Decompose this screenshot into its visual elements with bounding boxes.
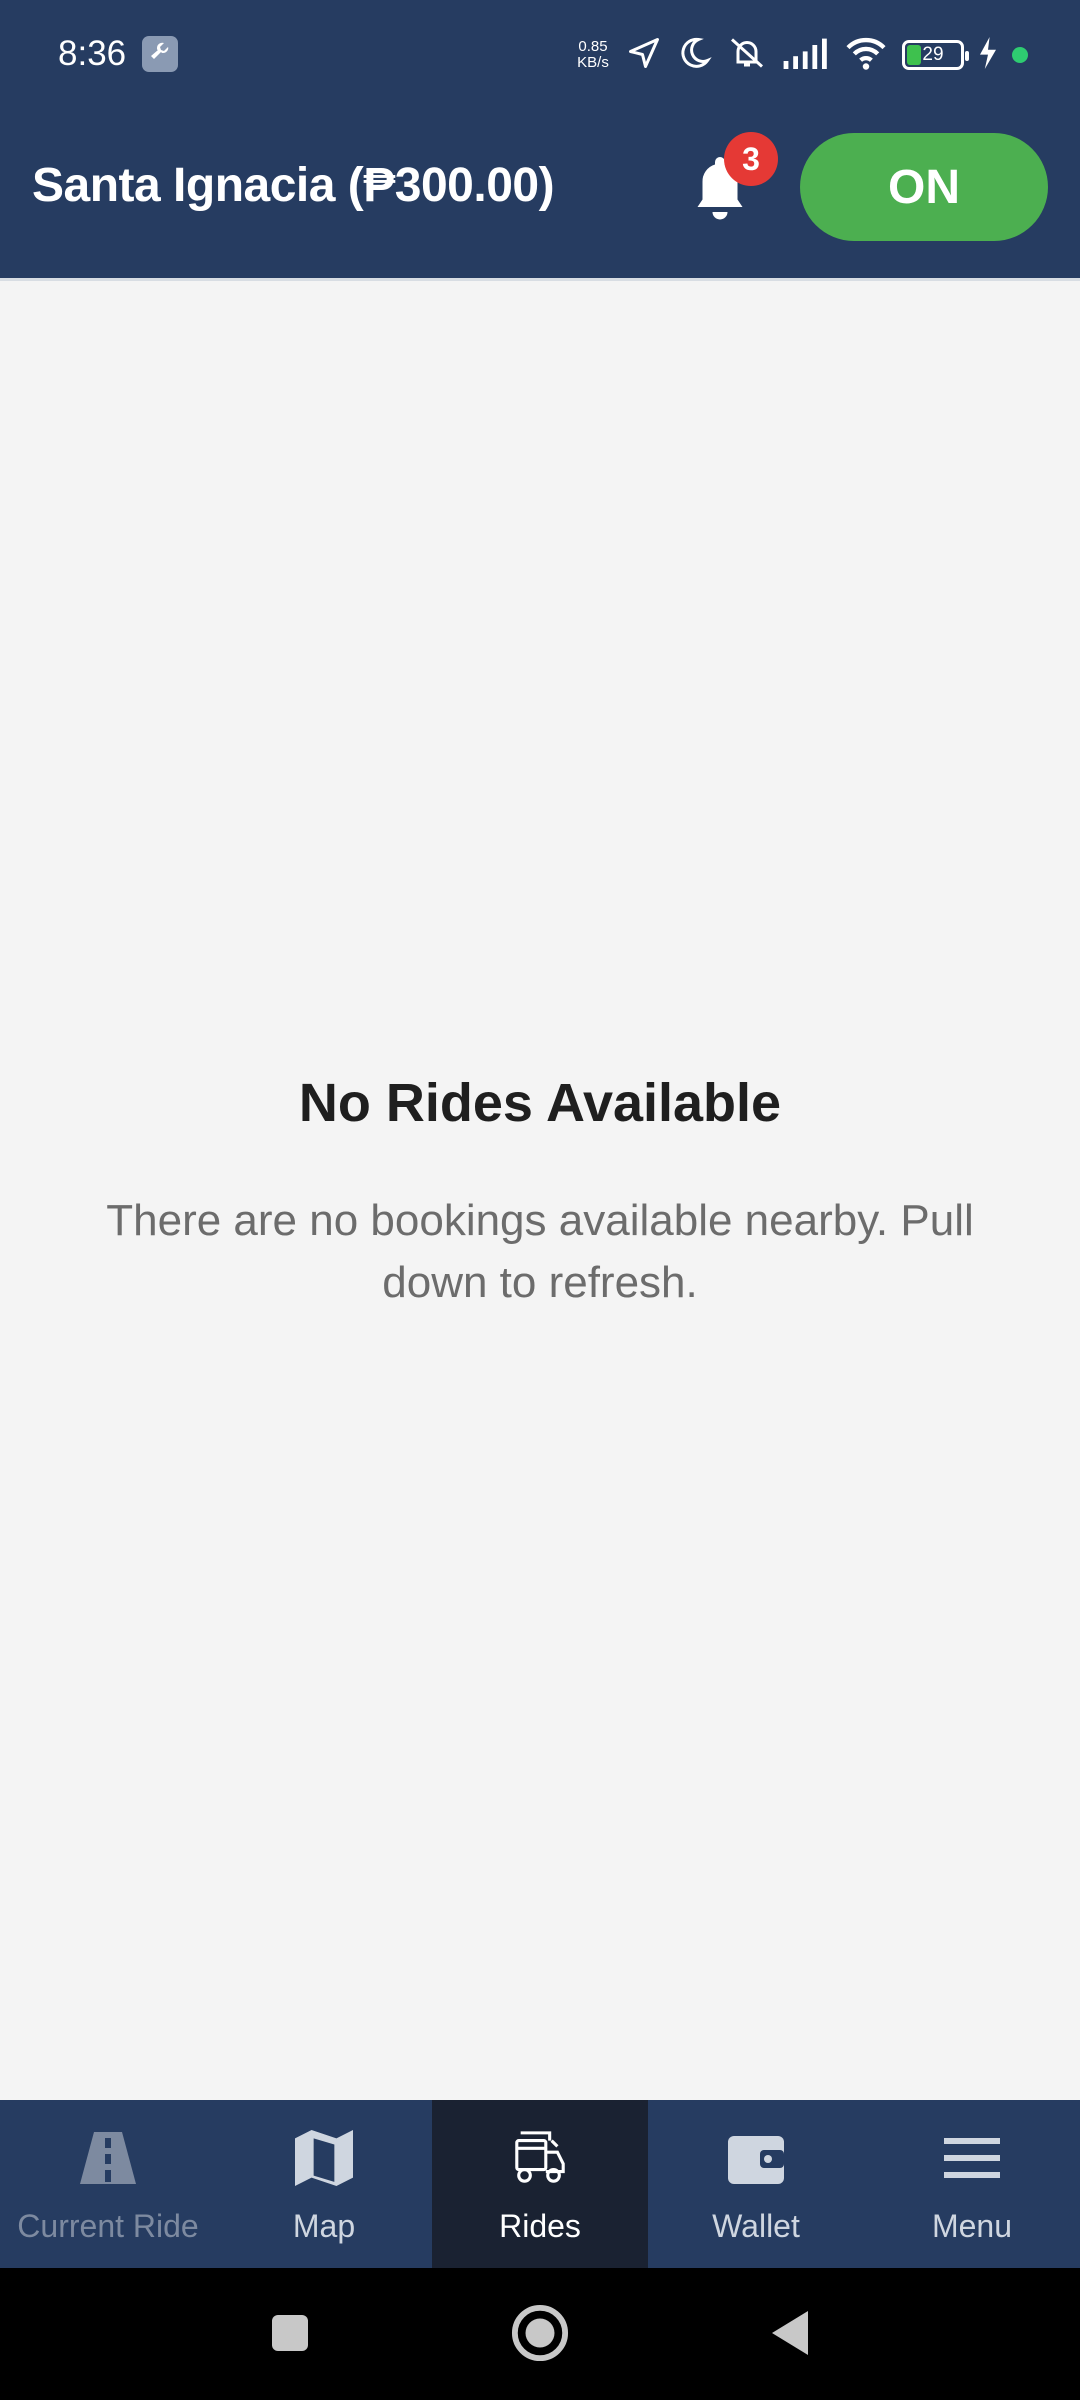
wifi-icon <box>844 35 888 76</box>
road-icon <box>72 2122 144 2194</box>
nav-label-wallet: Wallet <box>712 2208 800 2244</box>
nav-item-menu[interactable]: Menu <box>864 2100 1080 2268</box>
nav-item-current-ride[interactable]: Current Ride <box>0 2100 216 2268</box>
wrench-icon <box>142 36 178 72</box>
map-icon <box>288 2122 360 2194</box>
menu-icon <box>936 2122 1008 2194</box>
nav-label-menu: Menu <box>931 2208 1013 2244</box>
recent-apps-button[interactable] <box>250 2294 330 2374</box>
nav-label-map: Map <box>292 2208 356 2244</box>
nav-item-wallet[interactable]: Wallet <box>648 2100 864 2268</box>
status-icons: 0.85 KB/s 29 <box>574 30 1028 80</box>
empty-state-title: No Rides Available <box>298 1073 782 1133</box>
home-button[interactable] <box>500 2294 580 2374</box>
back-button[interactable] <box>750 2294 830 2374</box>
system-navigation-bar <box>0 2268 1080 2400</box>
status-bar: 8:36 0.85 KB/s 29 <box>0 0 1080 110</box>
online-toggle-button[interactable]: ON <box>800 133 1048 241</box>
active-dot-icon <box>1012 47 1028 63</box>
empty-state-description: There are no bookings available nearby. … <box>106 1196 974 1307</box>
moon-icon <box>676 35 712 76</box>
location-arrow-icon <box>626 35 662 76</box>
home-circle-icon <box>511 2304 569 2365</box>
battery-indicator: 29 <box>902 40 969 70</box>
header-divider <box>0 278 1080 281</box>
nav-label-current-ride: Current Ride <box>17 2208 199 2244</box>
signal-icon <box>782 37 830 74</box>
page-title: Santa Ignacia (₱300.00) <box>32 159 555 212</box>
wallet-icon <box>720 2122 792 2194</box>
nav-item-map[interactable]: Map <box>216 2100 432 2268</box>
app-header: Santa Ignacia (₱300.00) 3 ON <box>0 110 1080 278</box>
status-time: 8:36 <box>58 34 127 73</box>
bottom-navigation: Current Ride Map Rides Wallet Menu <box>0 2100 1080 2268</box>
charging-bolt-icon <box>978 36 998 74</box>
mute-bell-icon <box>726 35 768 76</box>
square-icon <box>270 2313 310 2356</box>
nav-label-rides: Rides <box>499 2208 581 2244</box>
tricycle-icon <box>504 2122 576 2194</box>
nav-item-rides[interactable]: Rides <box>432 2100 648 2268</box>
back-triangle-icon <box>769 2309 811 2360</box>
notification-badge: 3 <box>724 132 778 186</box>
battery-level: 29 <box>922 44 944 65</box>
network-speed: 0.85 KB/s <box>577 38 609 71</box>
